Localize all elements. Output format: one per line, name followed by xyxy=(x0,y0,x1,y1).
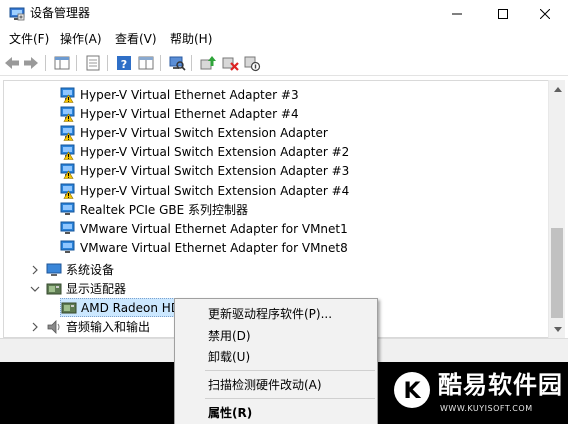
tree-node-network-adapter[interactable]: Hyper-V Virtual Ethernet Adapter #4 xyxy=(60,104,299,123)
tree-node-network-adapter[interactable]: Hyper-V Virtual Ethernet Adapter #3 xyxy=(60,85,299,104)
tree-label: Hyper-V Virtual Switch Extension Adapter… xyxy=(80,183,350,198)
minimize-button[interactable] xyxy=(434,0,480,28)
properties-icon[interactable] xyxy=(84,54,102,72)
help-icon[interactable]: ? xyxy=(115,54,133,72)
menu-action[interactable]: 操作(A) xyxy=(60,31,102,47)
network-adapter-warning-icon xyxy=(60,106,75,122)
show-hide-tree-icon[interactable] xyxy=(53,54,71,72)
network-adapter-warning-icon xyxy=(60,163,75,180)
maximize-button[interactable] xyxy=(480,0,526,28)
ctx-uninstall[interactable]: 卸载(U) xyxy=(208,349,250,365)
scroll-down-button[interactable] xyxy=(549,321,566,338)
close-button[interactable] xyxy=(522,0,568,28)
tree-label: 音频输入和输出 xyxy=(66,319,151,334)
toolbar-separator xyxy=(76,55,77,71)
context-menu: 更新驱动程序软件(P)... 禁用(D) 卸载(U) 扫描检测硬件改动(A) 属… xyxy=(174,298,378,424)
ctx-properties[interactable]: 属性(R) xyxy=(208,405,252,421)
speaker-icon xyxy=(47,319,60,334)
ctx-update-driver[interactable]: 更新驱动程序软件(P)... xyxy=(208,306,332,322)
minimize-icon xyxy=(452,13,462,15)
network-adapter-warning-icon xyxy=(60,144,75,160)
scroll-thumb[interactable] xyxy=(551,228,563,318)
toolbar: ? xyxy=(0,50,568,76)
watermark: K 酷易软件园 WWW.KUYISOFT.COM xyxy=(384,366,568,424)
tree-label: Hyper-V Virtual Switch Extension Adapter xyxy=(80,125,328,140)
tree-node-network-adapter[interactable]: Hyper-V Virtual Switch Extension Adapter… xyxy=(60,181,349,200)
kuyisoft-logo-icon: K xyxy=(394,372,430,408)
chevron-down-icon xyxy=(553,326,562,332)
menu-file[interactable]: 文件(F) xyxy=(9,31,49,47)
tree-node-audio[interactable]: 音频输入和输出 xyxy=(30,317,150,336)
console-tree-icon[interactable] xyxy=(137,54,155,72)
watermark-url: WWW.KUYISOFT.COM xyxy=(440,404,533,413)
menu-separator xyxy=(205,370,375,371)
back-icon[interactable] xyxy=(3,54,21,72)
menu-separator xyxy=(205,398,375,399)
display-adapter-icon xyxy=(61,302,77,313)
tree-node-network-adapter[interactable]: Hyper-V Virtual Switch Extension Adapter… xyxy=(60,162,349,181)
chevron-down-icon[interactable] xyxy=(30,284,40,294)
tree-node-network-adapter[interactable]: VMware Virtual Ethernet Adapter for VMne… xyxy=(60,219,348,238)
close-icon xyxy=(540,9,550,19)
device-manager-app-icon xyxy=(9,7,25,21)
menu-help[interactable]: 帮助(H) xyxy=(170,31,212,47)
tree-label: AMD Radeon HD xyxy=(81,300,181,315)
tree-node-network-adapter[interactable]: Hyper-V Virtual Switch Extension Adapter xyxy=(60,123,328,142)
chevron-up-icon xyxy=(553,86,562,92)
toolbar-separator xyxy=(45,55,46,71)
window-title: 设备管理器 xyxy=(30,6,91,20)
tree-label: Hyper-V Virtual Ethernet Adapter #3 xyxy=(80,87,299,102)
tree-label: VMware Virtual Ethernet Adapter for VMne… xyxy=(80,241,348,256)
chevron-right-icon[interactable] xyxy=(30,322,40,332)
update-driver-icon[interactable] xyxy=(199,54,217,72)
vertical-scrollbar[interactable] xyxy=(548,80,565,338)
watermark-brand: 酷易软件园 xyxy=(438,371,563,399)
network-adapter-warning-icon xyxy=(60,183,75,199)
menu-bar: 文件(F) 操作(A) 查看(V) 帮助(H) xyxy=(0,28,568,50)
ctx-disable[interactable]: 禁用(D) xyxy=(208,328,251,344)
scroll-up-button[interactable] xyxy=(549,80,566,97)
tree-node-display-adapters[interactable]: 显示适配器 xyxy=(30,279,126,298)
svg-text:K: K xyxy=(403,379,421,404)
menu-view[interactable]: 查看(V) xyxy=(115,31,157,47)
disable-device-icon[interactable] xyxy=(243,54,261,72)
toolbar-separator xyxy=(191,55,192,71)
tree-node-system-devices[interactable]: 系统设备 xyxy=(30,260,114,279)
tree-node-network-adapter[interactable]: Hyper-V Virtual Switch Extension Adapter… xyxy=(60,143,349,162)
forward-icon[interactable] xyxy=(22,54,40,72)
tree-label: Realtek PCIe GBE 系列控制器 xyxy=(80,202,249,217)
tree-label: Hyper-V Virtual Switch Extension Adapter… xyxy=(80,164,350,179)
title-bar[interactable]: 设备管理器 xyxy=(0,0,568,28)
maximize-icon xyxy=(498,9,508,19)
network-adapter-icon xyxy=(60,240,75,254)
chevron-right-icon[interactable] xyxy=(30,265,40,275)
tree-node-network-adapter[interactable]: VMware Virtual Ethernet Adapter for VMne… xyxy=(60,239,348,258)
toolbar-separator xyxy=(107,55,108,71)
scan-hardware-icon[interactable] xyxy=(168,54,186,72)
network-adapter-warning-icon xyxy=(60,87,75,103)
tree-label: 系统设备 xyxy=(66,262,115,277)
display-adapter-icon xyxy=(46,283,62,294)
uninstall-device-icon[interactable] xyxy=(221,54,239,72)
tree-label: VMware Virtual Ethernet Adapter for VMne… xyxy=(80,221,348,236)
tree-node-network-adapter[interactable]: Realtek PCIe GBE 系列控制器 xyxy=(60,200,248,219)
network-adapter-icon xyxy=(60,202,75,215)
network-adapter-warning-icon xyxy=(60,125,75,141)
ctx-scan-hardware[interactable]: 扫描检测硬件改动(A) xyxy=(208,377,322,393)
tree-label: Hyper-V Virtual Switch Extension Adapter… xyxy=(80,145,350,160)
network-adapter-icon xyxy=(60,221,75,234)
system-devices-icon xyxy=(46,263,62,276)
svg-text:?: ? xyxy=(121,58,127,71)
tree-label: Hyper-V Virtual Ethernet Adapter #4 xyxy=(80,106,299,121)
tree-label: 显示适配器 xyxy=(66,281,127,296)
toolbar-separator xyxy=(160,55,161,71)
